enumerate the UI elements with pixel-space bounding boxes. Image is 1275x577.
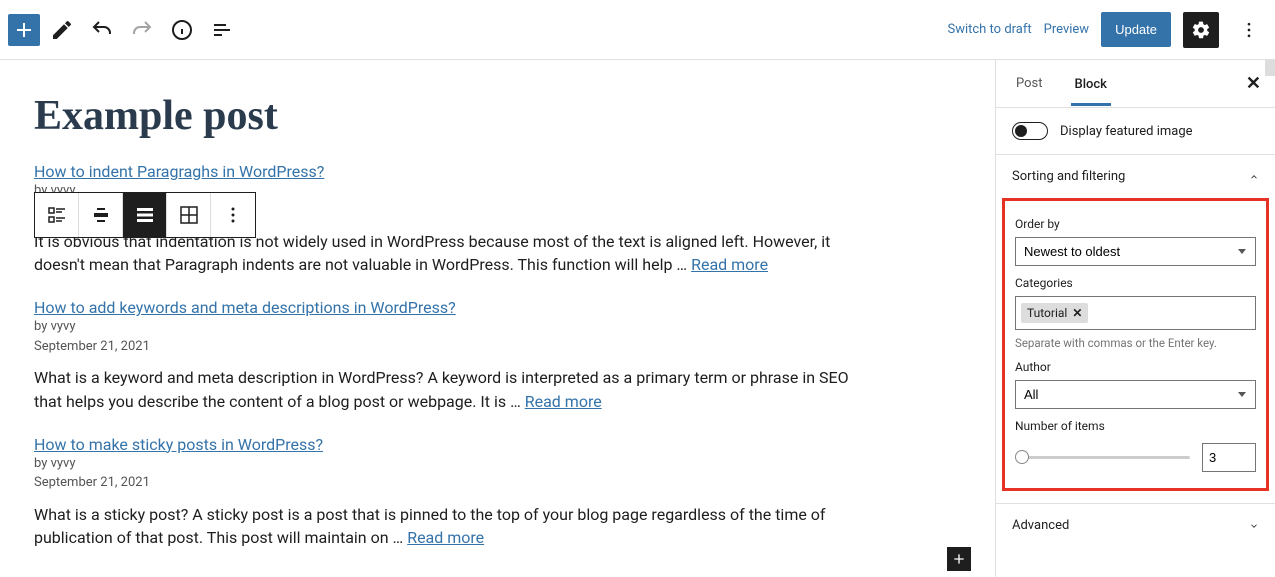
category-chip-label: Tutorial	[1027, 306, 1067, 320]
post-author: by vyvy	[34, 454, 961, 474]
more-options-button[interactable]	[1231, 12, 1267, 48]
items-number-input[interactable]	[1202, 443, 1256, 472]
toolbar-right: Switch to draft Preview Update	[947, 12, 1267, 48]
post-excerpt: What is a keyword and meta description i…	[34, 366, 854, 412]
undo-icon[interactable]	[84, 12, 120, 48]
post-list-item: How to make sticky posts in WordPress? b…	[34, 435, 961, 549]
post-title-link[interactable]: How to add keywords and meta description…	[34, 298, 456, 317]
remove-category-icon[interactable]: ✕	[1072, 306, 1082, 320]
close-sidebar-icon[interactable]: ✕	[1246, 73, 1261, 94]
advanced-header[interactable]: Advanced	[996, 503, 1275, 547]
categories-help-text: Separate with commas or the Enter key.	[1015, 336, 1256, 350]
post-title-link[interactable]: How to make sticky posts in WordPress?	[34, 435, 323, 454]
category-chip: Tutorial ✕	[1021, 303, 1088, 323]
tab-block[interactable]: Block	[1071, 63, 1111, 106]
settings-button[interactable]	[1183, 12, 1219, 48]
preview-link[interactable]: Preview	[1044, 22, 1089, 37]
block-toolbar	[34, 192, 256, 238]
categories-input[interactable]: Tutorial ✕	[1015, 296, 1256, 330]
post-title[interactable]: Example post	[34, 92, 961, 140]
categories-label: Categories	[1015, 276, 1256, 290]
highlighted-settings-box: Order by Newest to oldest Categories Tut…	[1002, 198, 1269, 491]
read-more-link[interactable]: Read more	[407, 528, 484, 547]
author-label: Author	[1015, 360, 1256, 374]
toolbar-left	[8, 12, 240, 48]
editor-canvas[interactable]: Example post How to indent Paragraghs in…	[0, 60, 995, 577]
sorting-filtering-label: Sorting and filtering	[1012, 169, 1125, 184]
featured-image-label: Display featured image	[1060, 124, 1193, 139]
top-toolbar: Switch to draft Preview Update	[0, 0, 1275, 60]
add-block-button[interactable]	[8, 14, 40, 46]
add-block-inline-button[interactable]	[947, 547, 971, 571]
author-select[interactable]: All	[1015, 380, 1256, 409]
update-button[interactable]: Update	[1101, 12, 1171, 47]
sorting-filtering-header[interactable]: Sorting and filtering	[996, 155, 1275, 198]
post-date: September 21, 2021	[34, 473, 961, 493]
tab-post[interactable]: Post	[1012, 62, 1047, 105]
redo-icon[interactable]	[124, 12, 160, 48]
items-slider[interactable]	[1015, 456, 1190, 459]
chevron-up-icon	[1249, 172, 1259, 182]
block-more-icon[interactable]	[211, 193, 255, 237]
read-more-link[interactable]: Read more	[525, 392, 602, 411]
order-by-select[interactable]: Newest to oldest	[1015, 237, 1256, 266]
featured-image-row: Display featured image	[996, 108, 1275, 155]
slider-thumb[interactable]	[1015, 450, 1029, 464]
outline-icon[interactable]	[204, 12, 240, 48]
featured-image-toggle[interactable]	[1012, 122, 1048, 140]
post-date: September 21, 2021	[34, 337, 961, 357]
info-icon[interactable]	[164, 12, 200, 48]
layout-list-icon[interactable]	[35, 193, 79, 237]
layout-grid-icon[interactable]	[167, 193, 211, 237]
chevron-down-icon	[1249, 521, 1259, 531]
number-of-items-label: Number of items	[1015, 419, 1256, 433]
post-list-item: How to add keywords and meta description…	[34, 298, 961, 412]
settings-sidebar: Post Block ✕ Display featured image Sort…	[995, 60, 1275, 577]
post-excerpt: What is a sticky post? A sticky post is …	[34, 503, 854, 549]
layout-center-icon[interactable]	[79, 193, 123, 237]
layout-full-icon[interactable]	[123, 193, 167, 237]
post-title-link[interactable]: How to indent Paragraghs in WordPress?	[34, 162, 324, 181]
edit-icon[interactable]	[44, 12, 80, 48]
post-author: by vyvy	[34, 317, 961, 337]
read-more-link[interactable]: Read more	[691, 255, 768, 274]
sidebar-tabs: Post Block ✕	[996, 60, 1275, 108]
advanced-label: Advanced	[1012, 518, 1069, 533]
order-by-label: Order by	[1015, 217, 1256, 231]
switch-to-draft-link[interactable]: Switch to draft	[947, 22, 1031, 37]
